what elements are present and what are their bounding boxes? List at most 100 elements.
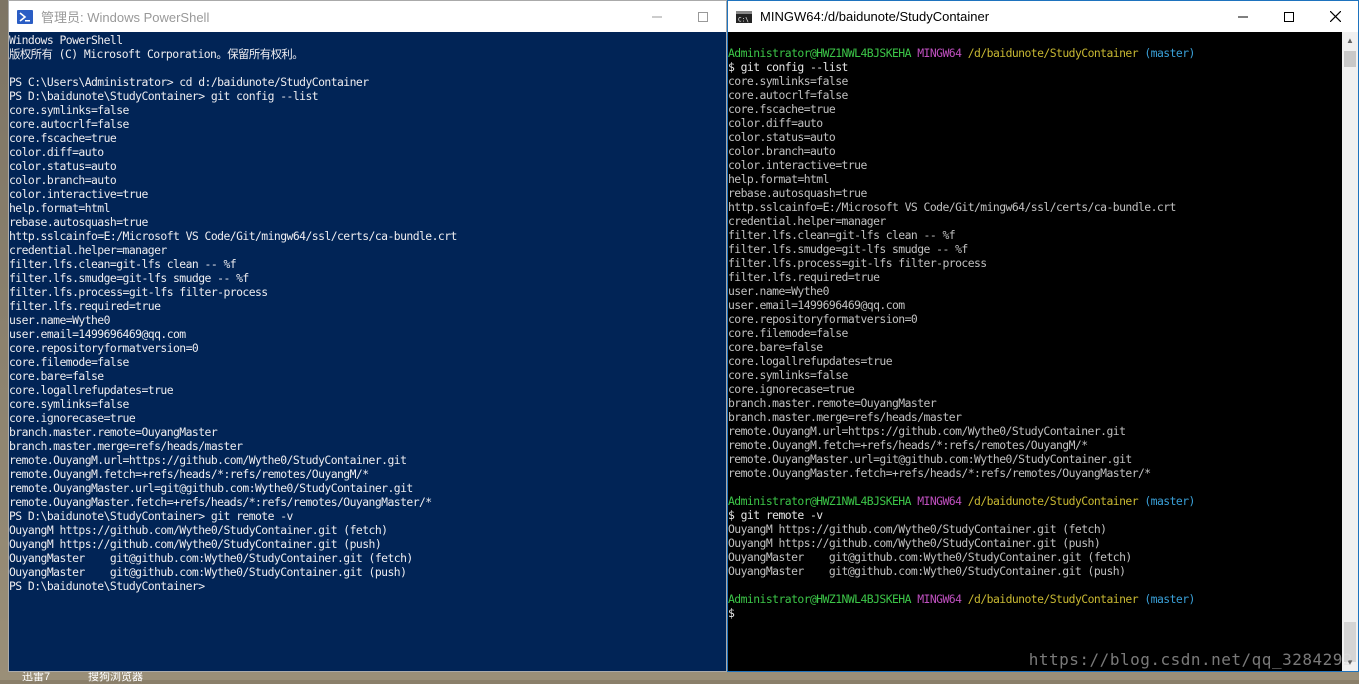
terminal-line: OuyangMaster git@github.com:Wythe0/Study… — [9, 551, 413, 565]
window-title: 管理员: Windows PowerShell — [41, 10, 210, 25]
output-line: color.status=auto — [728, 130, 836, 144]
minimize-button[interactable] — [1220, 1, 1266, 32]
output-line: core.symlinks=false — [728, 368, 848, 382]
mingw64-titlebar[interactable]: C:\ MINGW64:/d/baidunote/StudyContainer — [728, 1, 1358, 32]
terminal-line: core.fscache=true — [9, 131, 117, 145]
mingw64-terminal[interactable]: Administrator@HWZ1NWL4BJSKEHA MINGW64 /d… — [728, 32, 1342, 671]
output-line: credential.helper=manager — [728, 214, 886, 228]
terminal-icon: C:\ — [736, 10, 752, 23]
prompt-branch: (master) — [1144, 592, 1195, 606]
terminal-line: PS C:\Users\Administrator> cd d:/baiduno… — [9, 75, 369, 89]
command-line: $ git remote -v — [728, 508, 823, 522]
scroll-up-arrow[interactable]: ▲ — [1342, 32, 1358, 49]
maximize-icon — [1284, 11, 1294, 22]
output-line: OuyangM https://github.com/Wythe0/StudyC… — [728, 536, 1101, 550]
powershell-terminal[interactable]: Windows PowerShell 版权所有 (C) Microsoft Cor… — [9, 32, 726, 671]
output-line: help.format=html — [728, 172, 829, 186]
shell-prompt: Administrator@HWZ1NWL4BJSKEHA MINGW64 /d… — [728, 46, 1342, 60]
output-line: OuyangMaster git@github.com:Wythe0/Study… — [728, 550, 1132, 564]
terminal-line: color.interactive=true — [9, 187, 148, 201]
output-line: core.filemode=false — [728, 326, 848, 340]
output-line: remote.OuyangMaster.fetch=+refs/heads/*:… — [728, 466, 1151, 480]
terminal-line: color.diff=auto — [9, 145, 104, 159]
mingw64-window[interactable]: C:\ MINGW64:/d/baidunote/StudyContainer … — [727, 0, 1359, 672]
terminal-line: rebase.autosquash=true — [9, 215, 148, 229]
powershell-titlebar[interactable]: 管理员: Windows PowerShell — [9, 1, 726, 32]
terminal-line: filter.lfs.smudge=git-lfs smudge -- %f — [9, 271, 249, 285]
terminal-line: PS D:\baidunote\StudyContainer> git conf… — [9, 89, 319, 103]
terminal-line: PS D:\baidunote\StudyContainer> — [9, 579, 205, 593]
prompt-branch: (master) — [1144, 494, 1195, 508]
terminal-line: user.email=1499696469@qq.com — [9, 327, 186, 341]
terminal-line: branch.master.merge=refs/heads/master — [9, 439, 243, 453]
output-line: remote.OuyangM.fetch=+refs/heads/*:refs/… — [728, 438, 1088, 452]
terminal-scrollbar[interactable]: ▲ ▼ — [1342, 32, 1358, 671]
output-line: core.ignorecase=true — [728, 382, 855, 396]
terminal-line: color.status=auto — [9, 159, 117, 173]
output-line: filter.lfs.smudge=git-lfs smudge -- %f — [728, 242, 968, 256]
prompt-user: Administrator@HWZ1NWL4BJSKEHA — [728, 46, 911, 60]
terminal-line: core.filemode=false — [9, 355, 129, 369]
terminal-line: remote.OuyangMaster.fetch=+refs/heads/*:… — [9, 495, 432, 509]
output-line: rebase.autosquash=true — [728, 186, 867, 200]
output-line: core.logallrefupdates=true — [728, 354, 893, 368]
terminal-line: user.name=Wythe0 — [9, 313, 110, 327]
terminal-line: OuyangM https://github.com/Wythe0/StudyC… — [9, 537, 382, 551]
prompt-user: Administrator@HWZ1NWL4BJSKEHA — [728, 494, 911, 508]
prompt-user: Administrator@HWZ1NWL4BJSKEHA — [728, 592, 911, 606]
output-line: branch.master.merge=refs/heads/master — [728, 410, 962, 424]
terminal-line: http.sslcainfo=E:/Microsoft VS Code/Git/… — [9, 229, 457, 243]
svg-text:C:\: C:\ — [738, 16, 749, 23]
terminal-line: OuyangMaster git@github.com:Wythe0/Study… — [9, 565, 407, 579]
terminal-line: remote.OuyangM.fetch=+refs/heads/*:refs/… — [9, 467, 369, 481]
minimize-icon — [1238, 16, 1248, 17]
terminal-line: 版权所有 (C) Microsoft Corporation。保留所有权利。 — [9, 47, 304, 61]
shell-prompt: Administrator@HWZ1NWL4BJSKEHA MINGW64 /d… — [728, 592, 1342, 606]
minimize-button[interactable] — [634, 1, 680, 32]
terminal-line: core.autocrlf=false — [9, 117, 129, 131]
prompt-path: /d/baidunote/StudyContainer — [967, 46, 1139, 60]
terminal-line: credential.helper=manager — [9, 243, 167, 257]
output-line: color.interactive=true — [728, 158, 867, 172]
output-line: http.sslcainfo=E:/Microsoft VS Code/Git/… — [728, 200, 1176, 214]
output-line: core.autocrlf=false — [728, 88, 848, 102]
output-line: filter.lfs.process=git-lfs filter-proces… — [728, 256, 987, 270]
prompt-system: MINGW64 — [917, 592, 962, 606]
maximize-button[interactable] — [680, 1, 726, 32]
output-line: core.symlinks=false — [728, 74, 848, 88]
close-icon — [1329, 11, 1341, 22]
terminal-line: core.symlinks=false — [9, 103, 129, 117]
terminal-line: core.logallrefupdates=true — [9, 383, 174, 397]
terminal-line: remote.OuyangM.url=https://github.com/Wy… — [9, 453, 407, 467]
output-line: remote.OuyangMaster.url=git@github.com:W… — [728, 452, 1132, 466]
maximize-button[interactable] — [1266, 1, 1312, 32]
output-line: user.name=Wythe0 — [728, 284, 829, 298]
command-line: $ — [728, 606, 735, 620]
output-line: color.diff=auto — [728, 116, 823, 130]
scrollbar-thumb[interactable] — [1344, 51, 1356, 67]
terminal-line: filter.lfs.clean=git-lfs clean -- %f — [9, 257, 237, 271]
prompt-branch: (master) — [1144, 46, 1195, 60]
output-line: core.fscache=true — [728, 102, 836, 116]
output-line: OuyangM https://github.com/Wythe0/StudyC… — [728, 522, 1107, 536]
prompt-path: /d/baidunote/StudyContainer — [967, 494, 1139, 508]
output-line: core.repositoryformatversion=0 — [728, 312, 918, 326]
terminal-line: help.format=html — [9, 201, 110, 215]
terminal-line: filter.lfs.process=git-lfs filter-proces… — [9, 285, 268, 299]
terminal-line: PS D:\baidunote\StudyContainer> git remo… — [9, 509, 293, 523]
minimize-icon — [652, 16, 662, 17]
prompt-system: MINGW64 — [917, 46, 962, 60]
close-button[interactable] — [1312, 1, 1358, 32]
terminal-line: filter.lfs.required=true — [9, 299, 161, 313]
terminal-line: core.bare=false — [9, 369, 104, 383]
output-line: remote.OuyangM.url=https://github.com/Wy… — [728, 424, 1126, 438]
terminal-line: color.branch=auto — [9, 173, 117, 187]
terminal-line: branch.master.remote=OuyangMaster — [9, 425, 218, 439]
powershell-icon — [17, 9, 33, 24]
output-line: OuyangMaster git@github.com:Wythe0/Study… — [728, 564, 1126, 578]
powershell-window[interactable]: 管理员: Windows PowerShell Windows PowerShe… — [8, 0, 727, 672]
command-line: $ git config --list — [728, 60, 848, 74]
